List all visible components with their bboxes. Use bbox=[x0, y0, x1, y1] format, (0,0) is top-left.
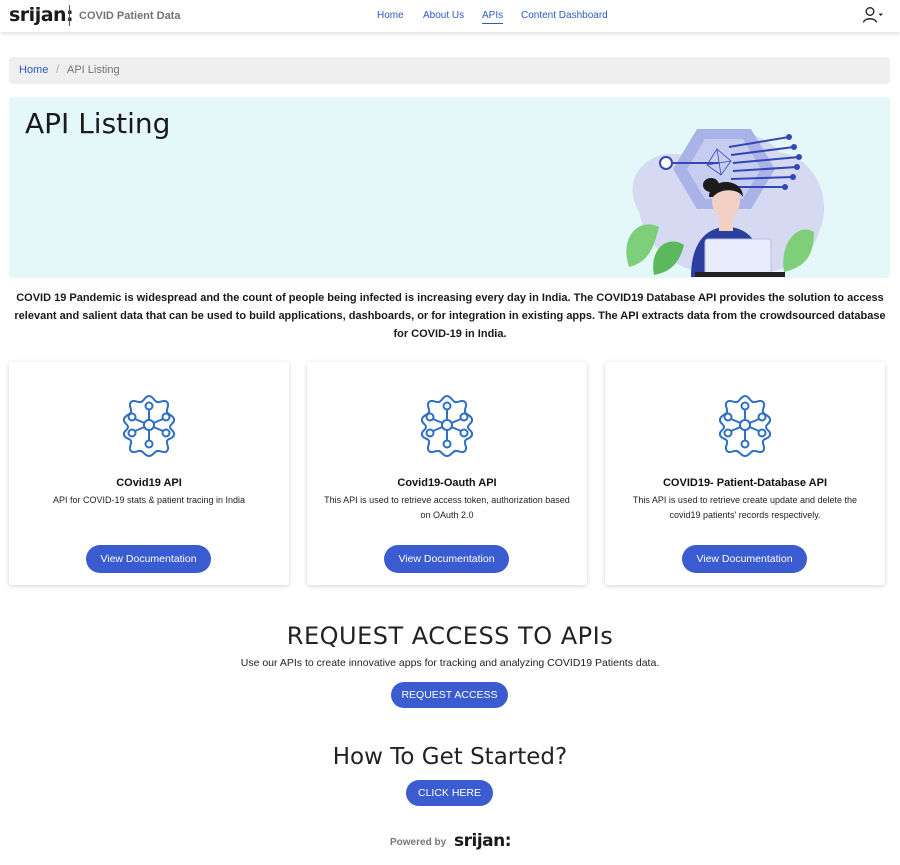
chevron-down-icon bbox=[878, 13, 883, 16]
page-title: API Listing bbox=[25, 107, 171, 140]
click-here-button[interactable]: CLICK HERE bbox=[406, 780, 493, 806]
breadcrumb-current: API Listing bbox=[67, 64, 120, 76]
nav-home[interactable]: Home bbox=[377, 10, 404, 21]
user-icon[interactable] bbox=[862, 6, 884, 24]
api-network-icon bbox=[420, 394, 474, 457]
card-description: API for COVID-19 stats & patient tracing… bbox=[52, 495, 246, 505]
nav-content-dashboard[interactable]: Content Dashboard bbox=[521, 10, 608, 21]
view-documentation-button[interactable]: View Documentation bbox=[682, 545, 807, 573]
request-access-heading: REQUEST ACCESS TO APIs bbox=[286, 622, 614, 650]
api-card-patient-database: COVID19- Patient-Database API This API i… bbox=[605, 362, 885, 585]
site-name[interactable]: COVID Patient Data bbox=[79, 10, 180, 22]
breadcrumb-separator: / bbox=[56, 64, 60, 76]
breadcrumb-home-link[interactable]: Home bbox=[19, 64, 48, 76]
api-card-covid19: COvid19 API API for COVID-19 stats & pat… bbox=[9, 362, 289, 585]
brand-logo[interactable]: srijan: bbox=[9, 4, 74, 26]
nav-about-us[interactable]: About Us bbox=[423, 10, 464, 21]
api-network-icon bbox=[122, 394, 176, 457]
request-access-button[interactable]: REQUEST ACCESS bbox=[391, 682, 508, 708]
card-title: COVID19- Patient-Database API bbox=[662, 477, 828, 489]
top-navbar: srijan: COVID Patient Data Home About Us… bbox=[0, 0, 900, 32]
request-access-subtitle: Use our APIs to create innovative apps f… bbox=[240, 657, 660, 669]
nav-apis[interactable]: APIs bbox=[482, 10, 504, 24]
developer-illustration bbox=[626, 129, 825, 277]
get-started-heading: How To Get Started? bbox=[332, 744, 568, 770]
card-description: This API is used to retrieve create upda… bbox=[632, 495, 858, 520]
card-title: COvid19 API bbox=[116, 477, 182, 489]
view-documentation-button[interactable]: View Documentation bbox=[86, 545, 211, 573]
api-network-icon bbox=[718, 394, 772, 457]
card-description: This API is used to retrieve access toke… bbox=[324, 495, 570, 520]
powered-by-text: Powered by bbox=[390, 837, 447, 848]
logo-divider bbox=[69, 5, 70, 26]
card-title: Covid19-Oauth API bbox=[397, 477, 497, 489]
api-card-covid19-oauth: Covid19-Oauth API This API is used to re… bbox=[307, 362, 587, 585]
footer-logo[interactable]: srijan: bbox=[454, 831, 512, 851]
hero-banner: API Listing bbox=[9, 97, 890, 278]
view-documentation-button[interactable]: View Documentation bbox=[384, 545, 509, 573]
intro-text: COVID 19 Pandemic is widespread and the … bbox=[14, 292, 886, 340]
breadcrumb: Home / API Listing bbox=[9, 57, 890, 84]
